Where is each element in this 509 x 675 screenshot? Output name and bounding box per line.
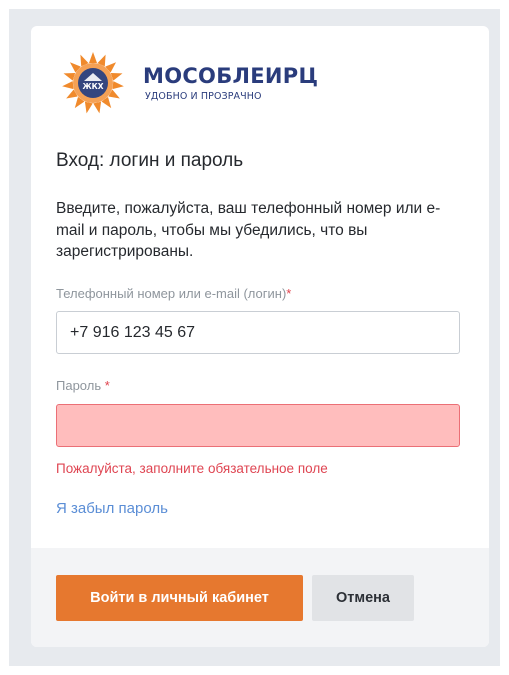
intro-text: Введите, пожалуйста, ваш телефонный номе…	[56, 200, 441, 260]
password-field-label-text: Пароль	[56, 378, 102, 393]
login-submit-button[interactable]: Войти в личный кабинет	[56, 575, 303, 621]
logo-badge-text: ЖКХ	[82, 82, 103, 91]
login-card: ЖКХ МОСОБЛЕИРЦ УДОБНО И ПРОЗРАЧНО Вход: …	[31, 26, 489, 647]
brand-tagline: УДОБНО И ПРОЗРАЧНО	[145, 91, 262, 102]
required-asterisk: *	[104, 378, 110, 393]
brand-logo: ЖКХ МОСОБЛЕИРЦ УДОБНО И ПРОЗРАЧНО	[57, 50, 357, 116]
password-error-message: Пожалуйста, заполните обязательное поле	[56, 461, 328, 476]
forgot-password-link[interactable]: Я забыл пароль	[56, 500, 168, 517]
sun-house-emblem-icon: ЖКХ	[62, 52, 124, 114]
required-asterisk: *	[286, 286, 292, 301]
card-footer: Войти в личный кабинет Отмена	[31, 548, 489, 647]
password-input[interactable]	[56, 404, 460, 447]
cancel-button[interactable]: Отмена	[312, 575, 414, 621]
password-field-label: Пароль *	[56, 378, 110, 393]
page-title: Вход: логин и пароль	[56, 150, 244, 171]
login-field-label-text: Телефонный номер или e-mail (логин)	[56, 286, 287, 301]
brand-name: МОСОБЛЕИРЦ	[143, 64, 319, 88]
login-field-label: Телефонный номер или e-mail (логин)*	[56, 286, 291, 301]
login-input[interactable]	[56, 311, 460, 354]
